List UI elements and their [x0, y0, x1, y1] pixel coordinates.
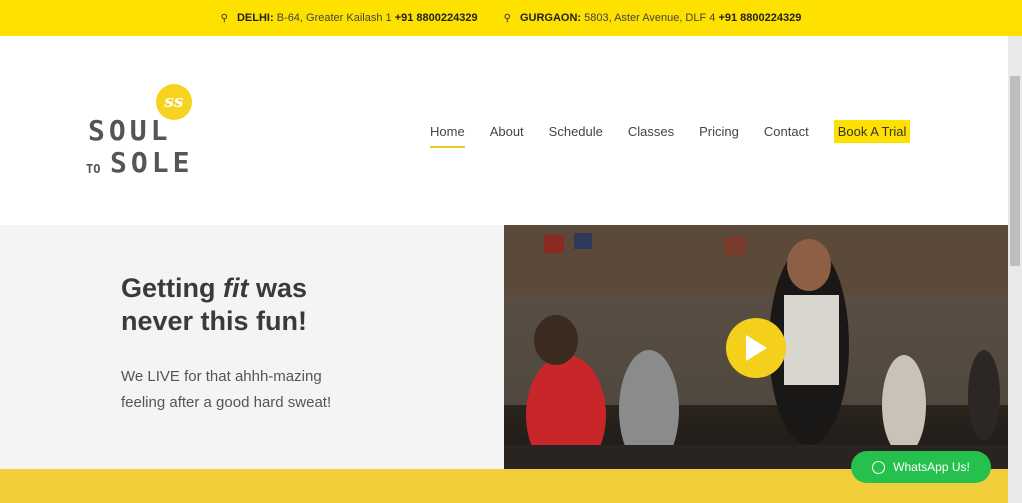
scrollbar-thumb[interactable]: [1010, 76, 1020, 266]
address-text: 5803, Aster Avenue, DLF 4: [584, 12, 716, 24]
nav-home[interactable]: Home: [430, 124, 465, 148]
logo-text-sole: SOLE: [110, 146, 194, 179]
headline-emphasis: fit: [223, 273, 249, 303]
phone-link[interactable]: +91 8800224329: [718, 12, 801, 24]
scrollbar[interactable]: [1008, 36, 1022, 503]
top-contact-bar: ⚲ DELHI: B-64, Greater Kailash 1 +91 880…: [0, 0, 1022, 36]
book-trial-button[interactable]: Book A Trial: [833, 119, 911, 143]
nav-schedule[interactable]: Schedule: [549, 124, 603, 139]
map-pin-icon: ⚲: [503, 12, 511, 24]
phone-link[interactable]: +91 8800224329: [395, 12, 478, 24]
nav-about[interactable]: About: [490, 124, 524, 139]
main-nav: Home About Schedule Classes Pricing Cont…: [430, 119, 911, 148]
map-pin-icon: ⚲: [220, 12, 228, 24]
location-gurgaon: ⚲ GURGAON: 5803, Aster Avenue, DLF 4 +91…: [504, 12, 802, 24]
logo-text-to: TO: [86, 162, 101, 176]
location-delhi: ⚲ DELHI: B-64, Greater Kailash 1 +91 880…: [221, 12, 478, 24]
hero-text-panel: [0, 225, 504, 469]
nav-contact[interactable]: Contact: [764, 124, 809, 139]
hero-subtext: We LIVE for that ahhh-mazing feeling aft…: [121, 368, 332, 411]
city-label: GURGAON:: [519, 12, 582, 24]
play-icon: [746, 335, 767, 361]
address-text: B-64, Greater Kailash 1: [276, 12, 392, 24]
whatsapp-icon: [872, 460, 886, 474]
nav-pricing[interactable]: Pricing: [699, 124, 739, 139]
city-label: DELHI:: [236, 12, 274, 24]
hero-headline: Getting fit was never this fun!: [121, 273, 308, 336]
logo-text-soul: SOUL: [88, 114, 172, 147]
whatsapp-button[interactable]: WhatsApp Us!: [851, 451, 991, 483]
nav-classes[interactable]: Classes: [628, 124, 674, 139]
whatsapp-label: WhatsApp Us!: [893, 460, 970, 474]
site-logo[interactable]: ss SOUL TO SOLE: [86, 82, 216, 192]
play-video-button[interactable]: [726, 318, 786, 378]
